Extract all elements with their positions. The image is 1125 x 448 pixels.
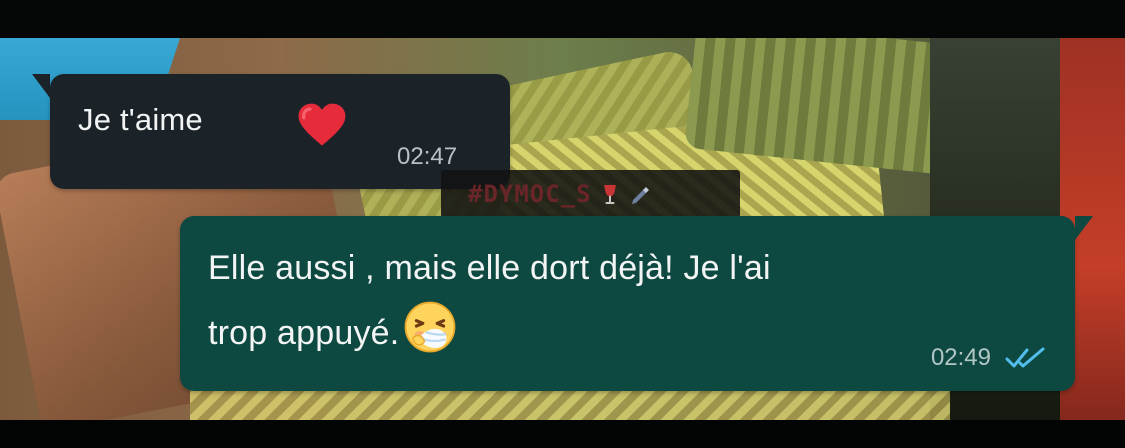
incoming-message-text: Je t'aime	[78, 102, 203, 137]
outgoing-message-bubble[interactable]: Elle aussi , mais elle dort déjà! Je l'a…	[180, 216, 1093, 391]
red-heart-icon	[298, 103, 346, 146]
pen-icon	[631, 187, 649, 204]
chat-screen: Je t'aime 02:47 #DYMOC_S Elle aussi , ma…	[0, 0, 1125, 448]
incoming-message-time: 02:47	[397, 143, 458, 170]
double-check-read-icon	[1005, 347, 1045, 368]
wine-glass-icon	[603, 185, 616, 204]
outgoing-message-meta: 02:49	[931, 342, 1047, 374]
sneezing-face-icon	[405, 301, 456, 353]
outgoing-message-text: Elle aussi , mais elle dort déjà! Je l'a…	[208, 238, 1053, 363]
top-black-bar	[0, 0, 1125, 38]
outgoing-message-time: 02:49	[930, 344, 991, 371]
watermark: #DYMOC_S	[441, 170, 740, 218]
bottom-black-bar	[0, 420, 1125, 448]
outgoing-message-line-1: Elle aussi , mais elle dort déjà! Je l'a…	[208, 249, 771, 287]
watermark-text: #DYMOC_S	[468, 180, 592, 208]
outgoing-message-line-2: trop appuyé.	[208, 314, 400, 352]
